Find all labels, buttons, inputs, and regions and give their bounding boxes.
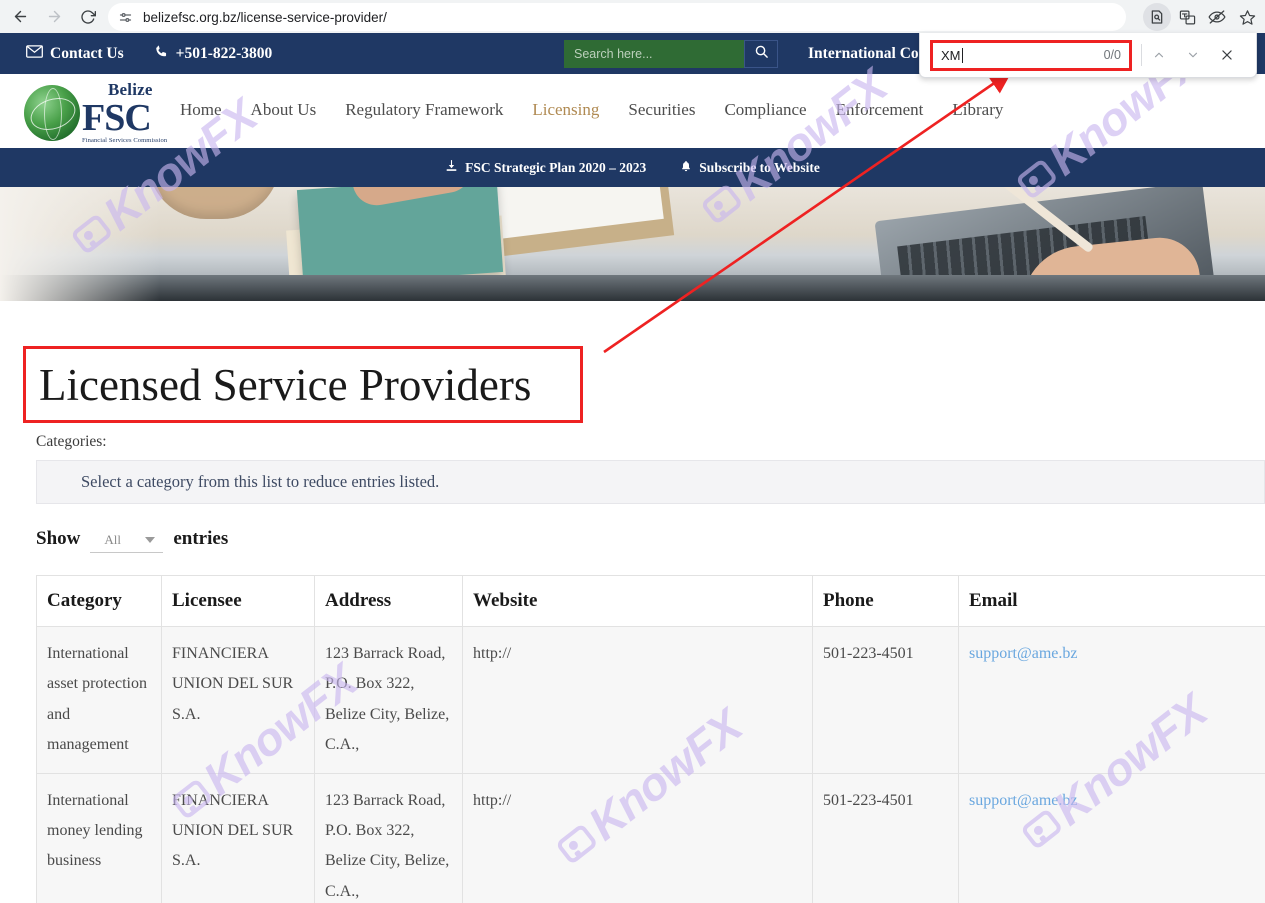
reload-icon[interactable] [74, 3, 102, 31]
eye-off-icon[interactable] [1203, 3, 1231, 31]
strategic-plan-link[interactable]: FSC Strategic Plan 2020 – 2023 [445, 159, 646, 176]
hero-banner-image [0, 187, 1265, 301]
entries-label: entries [173, 528, 229, 549]
column-header-licensee[interactable]: Licensee [161, 575, 315, 627]
cell-category: International money lending business [36, 772, 162, 903]
find-previous-button[interactable] [1142, 40, 1176, 70]
site-settings-icon[interactable] [114, 6, 136, 28]
column-header-address[interactable]: Address [314, 575, 463, 627]
globe-icon [24, 84, 80, 141]
licensed-providers-table-wrapper: Category Licensee Address Website Phone … [36, 575, 1265, 903]
table-row: International asset protection and manag… [36, 626, 1265, 774]
contact-us-label: Contact Us [50, 44, 124, 62]
table-header-row: Category Licensee Address Website Phone … [36, 575, 1265, 627]
cell-website: http:// [462, 772, 813, 903]
show-entries-control: Show All entries [36, 528, 228, 553]
phone-label: +501-822-3800 [175, 44, 273, 62]
nav-item-enforcement[interactable]: Enforcement [836, 100, 924, 120]
browser-find-bar: XM 0/0 [919, 33, 1257, 78]
categories-label: Categories: [36, 433, 107, 450]
forward-arrow-icon[interactable] [40, 3, 68, 31]
page-title: Licensed Service Providers [39, 359, 532, 410]
back-arrow-icon[interactable] [6, 3, 34, 31]
find-match-count: 0/0 [1103, 48, 1121, 62]
show-label: Show [36, 528, 81, 549]
category-filter-placeholder: Select a category from this list to redu… [81, 472, 440, 491]
search-input[interactable] [564, 40, 744, 68]
cell-address: 123 Barrack Road, P.O. Box 322, Belize C… [314, 626, 463, 774]
column-header-email[interactable]: Email [958, 575, 1265, 627]
find-next-button[interactable] [1176, 40, 1210, 70]
envelope-icon [26, 44, 43, 63]
cell-email: support@ame.bz [958, 626, 1265, 774]
fsc-logo[interactable]: Belize FSC Financial Services Commission [24, 81, 167, 145]
download-icon [445, 159, 458, 176]
cell-website: http:// [462, 626, 813, 774]
cell-address: 123 Barrack Road, P.O. Box 322, Belize C… [314, 772, 463, 903]
find-input-highlight: XM 0/0 [930, 39, 1132, 71]
bookmark-star-icon[interactable] [1233, 3, 1261, 31]
cell-category: International asset protection and manag… [36, 626, 162, 774]
site-search [564, 40, 778, 68]
bell-icon [680, 159, 692, 177]
column-header-website[interactable]: Website [462, 575, 813, 627]
page-title-highlight-box: Licensed Service Providers [23, 346, 583, 423]
find-input[interactable]: XM [941, 48, 961, 63]
column-header-category[interactable]: Category [36, 575, 162, 627]
email-link[interactable]: support@ame.bz [969, 792, 1077, 809]
logo-wordmark: Belize FSC Financial Services Commission [82, 81, 167, 145]
nav-item-home[interactable]: Home [180, 100, 222, 120]
cell-email: support@ame.bz [958, 772, 1265, 903]
phone-icon [154, 44, 169, 64]
text-caret [961, 47, 963, 63]
translate-icon[interactable] [1173, 3, 1201, 31]
address-bar[interactable]: belizefsc.org.bz/license-service-provide… [108, 3, 1126, 31]
browser-action-icons [1143, 3, 1261, 31]
contact-us-link[interactable]: Contact Us [26, 45, 124, 63]
nav-item-securities[interactable]: Securities [628, 100, 695, 120]
address-bar-url: belizefsc.org.bz/license-service-provide… [143, 9, 387, 25]
site-header: Belize FSC Financial Services Commission… [0, 74, 1265, 148]
find-in-page-icon[interactable] [1143, 3, 1171, 31]
email-link[interactable]: support@ame.bz [969, 645, 1077, 662]
utility-sub-bar: FSC Strategic Plan 2020 – 2023 Subscribe… [0, 148, 1265, 187]
browser-toolbar: belizefsc.org.bz/license-service-provide… [0, 0, 1265, 33]
find-close-button[interactable] [1210, 40, 1244, 70]
nav-item-compliance[interactable]: Compliance [724, 100, 806, 120]
nav-item-about-us[interactable]: About Us [251, 100, 317, 120]
strategic-plan-label: FSC Strategic Plan 2020 – 2023 [465, 159, 647, 175]
phone-link[interactable]: +501-822-3800 [154, 44, 273, 64]
logo-fsc-text: FSC [82, 97, 152, 139]
main-navigation: Home About Us Regulatory Framework Licen… [180, 100, 1003, 120]
cell-licensee: FINANCIERA UNION DEL SUR S.A. [161, 626, 315, 774]
logo-belize-text: Belize [108, 80, 153, 99]
nav-item-library[interactable]: Library [952, 100, 1003, 120]
licensed-providers-table: Category Licensee Address Website Phone … [36, 575, 1265, 903]
nav-item-licensing[interactable]: Licensing [532, 100, 599, 120]
category-filter-select[interactable]: Select a category from this list to redu… [36, 460, 1265, 504]
entries-length-value: All [104, 532, 121, 547]
table-row: International money lending business FIN… [36, 772, 1265, 903]
cell-phone: 501-223-4501 [812, 626, 959, 774]
column-header-phone[interactable]: Phone [812, 575, 959, 627]
cell-phone: 501-223-4501 [812, 772, 959, 903]
nav-item-regulatory-framework[interactable]: Regulatory Framework [345, 100, 503, 120]
logo-tagline: Financial Services Commission [82, 137, 168, 144]
chevron-down-icon [145, 537, 156, 543]
international-link[interactable]: International Co [808, 45, 919, 63]
screenshot-root: belizefsc.org.bz/license-service-provide… [0, 0, 1265, 903]
subscribe-link[interactable]: Subscribe to Website [680, 159, 820, 177]
subscribe-label: Subscribe to Website [699, 159, 820, 175]
cell-licensee: FINANCIERA UNION DEL SUR S.A. [161, 772, 315, 903]
magnifier-icon [754, 44, 769, 64]
entries-length-select[interactable]: All [90, 528, 164, 553]
search-submit-button[interactable] [744, 40, 778, 68]
